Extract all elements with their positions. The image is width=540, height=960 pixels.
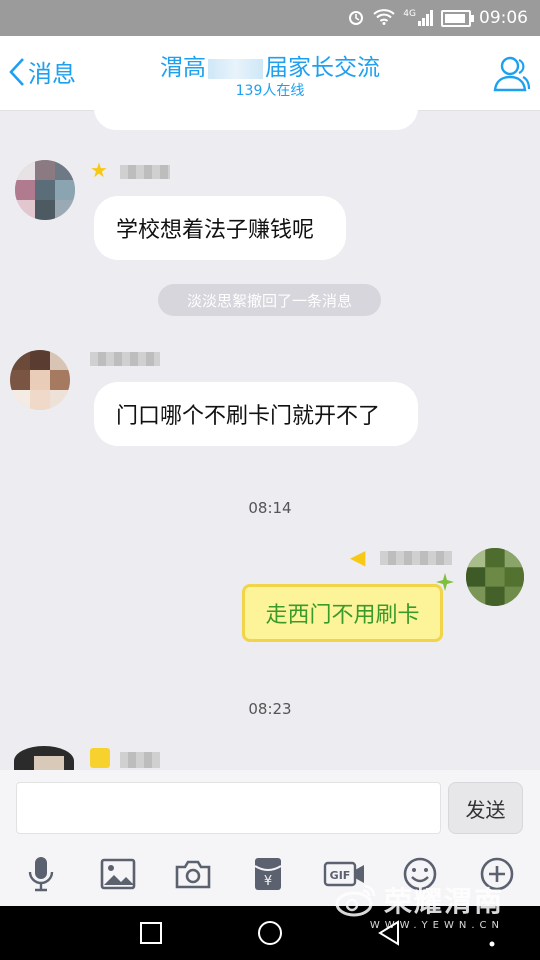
send-label: 发送 <box>465 797 506 822</box>
microphone-button[interactable] <box>19 854 63 894</box>
member-level-badge-icon: ◀ <box>350 545 366 569</box>
watermark: 荣耀渭南 WWW.YEWN.CN <box>334 880 504 931</box>
title-suffix: 届家长交流 <box>265 55 380 81</box>
signal-type-label: 4G <box>403 9 416 19</box>
status-bar: 4G 09:06 <box>0 0 540 36</box>
member-badge-icon <box>90 748 110 768</box>
message-input[interactable] <box>16 782 441 834</box>
timestamp: 08:14 <box>248 499 292 517</box>
red-packet-icon: ¥ <box>254 858 282 890</box>
member-level-star-icon: ★ <box>90 158 108 182</box>
online-count: 139人在线 <box>235 83 305 99</box>
group-members-button[interactable] <box>490 52 532 94</box>
title-prefix: 渭高 <box>160 55 206 81</box>
cellular-signal-icon: 4G <box>403 10 433 26</box>
image-button[interactable] <box>96 854 140 894</box>
square-icon <box>140 922 162 944</box>
camera-icon <box>175 860 211 889</box>
timestamp: 08:23 <box>248 700 292 718</box>
weibo-logo-icon <box>335 884 376 917</box>
message-text: 走西门不用刷卡 <box>265 603 420 628</box>
microphone-icon <box>28 857 54 892</box>
image-icon <box>100 858 136 890</box>
avatar-image <box>10 350 70 410</box>
recent-apps-button[interactable] <box>136 918 166 948</box>
group-title[interactable]: 渭高 届家长交流 <box>0 48 540 82</box>
message-bubble-partial <box>94 104 418 130</box>
camera-button[interactable] <box>171 854 215 894</box>
message-bubble[interactable]: 学校想着法子赚钱呢 <box>94 196 346 260</box>
message-input-bar: 发送 <box>0 770 540 842</box>
sparkle-icon <box>436 573 454 591</box>
sender-avatar[interactable] <box>15 160 75 220</box>
chat-header: 消息 渭高 届家长交流 139人在线 <box>0 36 540 111</box>
people-icon <box>493 56 531 92</box>
watermark-brand: 荣耀渭南 <box>383 885 504 918</box>
watermark-url: WWW.YEWN.CN <box>369 920 504 931</box>
battery-icon <box>441 9 474 27</box>
sender-name-redacted <box>90 352 160 366</box>
sender-name-redacted <box>120 165 170 179</box>
system-notice-text: 淡淡思絮撤回了一条消息 <box>186 291 352 310</box>
battery-level <box>445 13 465 23</box>
status-time: 09:06 <box>479 8 528 28</box>
wifi-icon <box>373 8 395 28</box>
circle-icon <box>258 921 282 945</box>
svg-text:¥: ¥ <box>264 874 272 889</box>
sender-name-redacted <box>120 752 160 768</box>
alarm-icon <box>347 8 365 29</box>
my-avatar[interactable] <box>466 548 524 606</box>
home-button[interactable] <box>255 918 285 948</box>
my-name-redacted <box>380 551 452 565</box>
sender-avatar[interactable] <box>10 350 70 410</box>
my-message-bubble[interactable]: 走西门不用刷卡 <box>238 573 454 648</box>
redacted-blur <box>208 58 263 79</box>
send-button[interactable]: 发送 <box>448 782 523 834</box>
message-text: 门口哪个不刷卡门就开不了 <box>116 404 381 429</box>
system-notice: 淡淡思絮撤回了一条消息 <box>158 284 381 316</box>
red-packet-button[interactable]: ¥ <box>246 854 290 894</box>
avatar-image <box>15 160 75 220</box>
message-bubble[interactable]: 门口哪个不刷卡门就开不了 <box>94 382 418 446</box>
avatar-image <box>466 548 524 606</box>
message-text: 学校想着法子赚钱呢 <box>116 218 315 243</box>
